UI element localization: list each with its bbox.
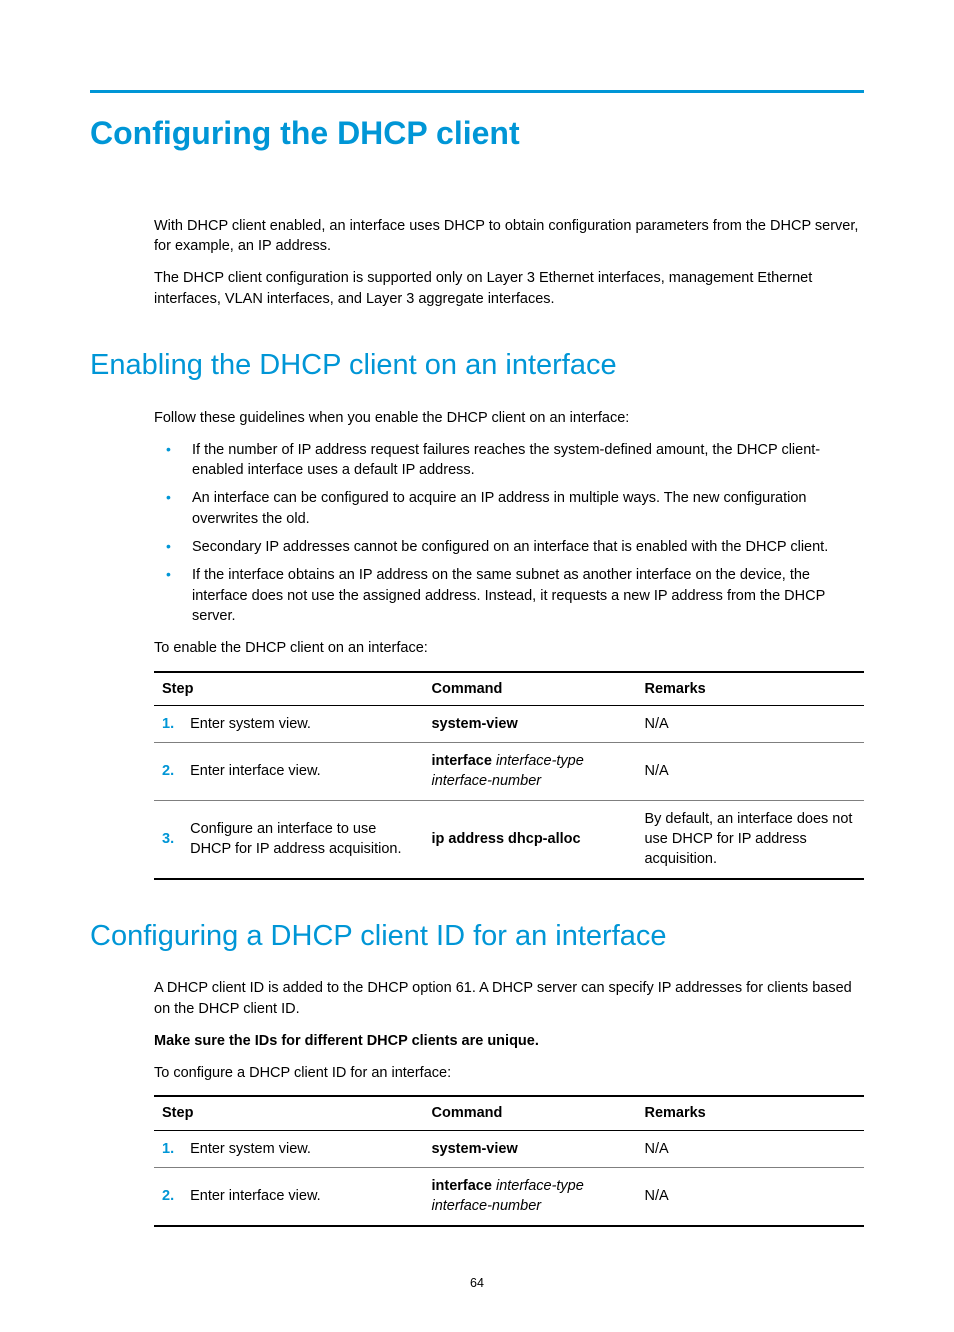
cmd-bold: interface [431,1178,491,1194]
section-client-id-body: A DHCP client ID is added to the DHCP op… [154,978,864,1226]
step-command: interface interface-type interface-numbe… [423,1168,636,1226]
step-number: 2. [154,1168,182,1226]
step-command: system-view [423,705,636,742]
cmd-bold: interface [431,753,491,769]
th-step: Step [154,672,423,706]
client-id-warning: Make sure the IDs for different DHCP cli… [154,1031,864,1051]
cmd-bold: ip address dhcp-alloc [431,831,580,847]
step-remarks: N/A [636,1130,864,1167]
client-id-steps-table: Step Command Remarks 1. Enter system vie… [154,1095,864,1226]
list-item: An interface can be configured to acquir… [154,488,864,529]
enable-table-intro: To enable the DHCP client on an interfac… [154,638,864,658]
table-row: 1. Enter system view. system-view N/A [154,1130,864,1167]
step-number: 3. [154,800,182,878]
list-item: Secondary IP addresses cannot be configu… [154,537,864,557]
step-desc: Enter interface view. [182,743,423,801]
table-row: 2. Enter interface view. interface inter… [154,1168,864,1226]
step-desc: Enter interface view. [182,1168,423,1226]
page-number: 64 [90,1275,864,1293]
section-enable-body: Follow these guidelines when you enable … [154,408,864,880]
th-remarks: Remarks [636,672,864,706]
step-number: 2. [154,743,182,801]
table-header-row: Step Command Remarks [154,672,864,706]
step-desc: Enter system view. [182,1130,423,1167]
step-desc: Configure an interface to use DHCP for I… [182,800,423,878]
step-remarks: By default, an interface does not use DH… [636,800,864,878]
accent-rule [90,90,864,93]
list-item: If the interface obtains an IP address o… [154,565,864,626]
table-row: 1. Enter system view. system-view N/A [154,705,864,742]
table-header-row: Step Command Remarks [154,1096,864,1130]
table-row: 3. Configure an interface to use DHCP fo… [154,800,864,878]
client-id-table-intro: To configure a DHCP client ID for an int… [154,1063,864,1083]
table-row: 2. Enter interface view. interface inter… [154,743,864,801]
client-id-paragraph: A DHCP client ID is added to the DHCP op… [154,978,864,1019]
intro-paragraph-2: The DHCP client configuration is support… [154,268,864,309]
intro-block: With DHCP client enabled, an interface u… [154,216,864,309]
step-command: interface interface-type interface-numbe… [423,743,636,801]
cmd-bold: system-view [431,716,517,732]
step-command: system-view [423,1130,636,1167]
step-command: ip address dhcp-alloc [423,800,636,878]
cmd-bold: system-view [431,1141,517,1157]
intro-paragraph-1: With DHCP client enabled, an interface u… [154,216,864,257]
th-step: Step [154,1096,423,1130]
enable-guidelines-list: If the number of IP address request fail… [154,440,864,626]
enable-steps-table: Step Command Remarks 1. Enter system vie… [154,671,864,880]
enable-lead: Follow these guidelines when you enable … [154,408,864,428]
th-command: Command [423,672,636,706]
step-number: 1. [154,705,182,742]
step-desc: Enter system view. [182,705,423,742]
step-remarks: N/A [636,1168,864,1226]
th-remarks: Remarks [636,1096,864,1130]
section-heading-client-id: Configuring a DHCP client ID for an inte… [90,916,864,957]
step-remarks: N/A [636,743,864,801]
th-command: Command [423,1096,636,1130]
section-heading-enable: Enabling the DHCP client on an interface [90,345,864,386]
page-title: Configuring the DHCP client [90,111,864,156]
step-remarks: N/A [636,705,864,742]
list-item: If the number of IP address request fail… [154,440,864,481]
step-number: 1. [154,1130,182,1167]
